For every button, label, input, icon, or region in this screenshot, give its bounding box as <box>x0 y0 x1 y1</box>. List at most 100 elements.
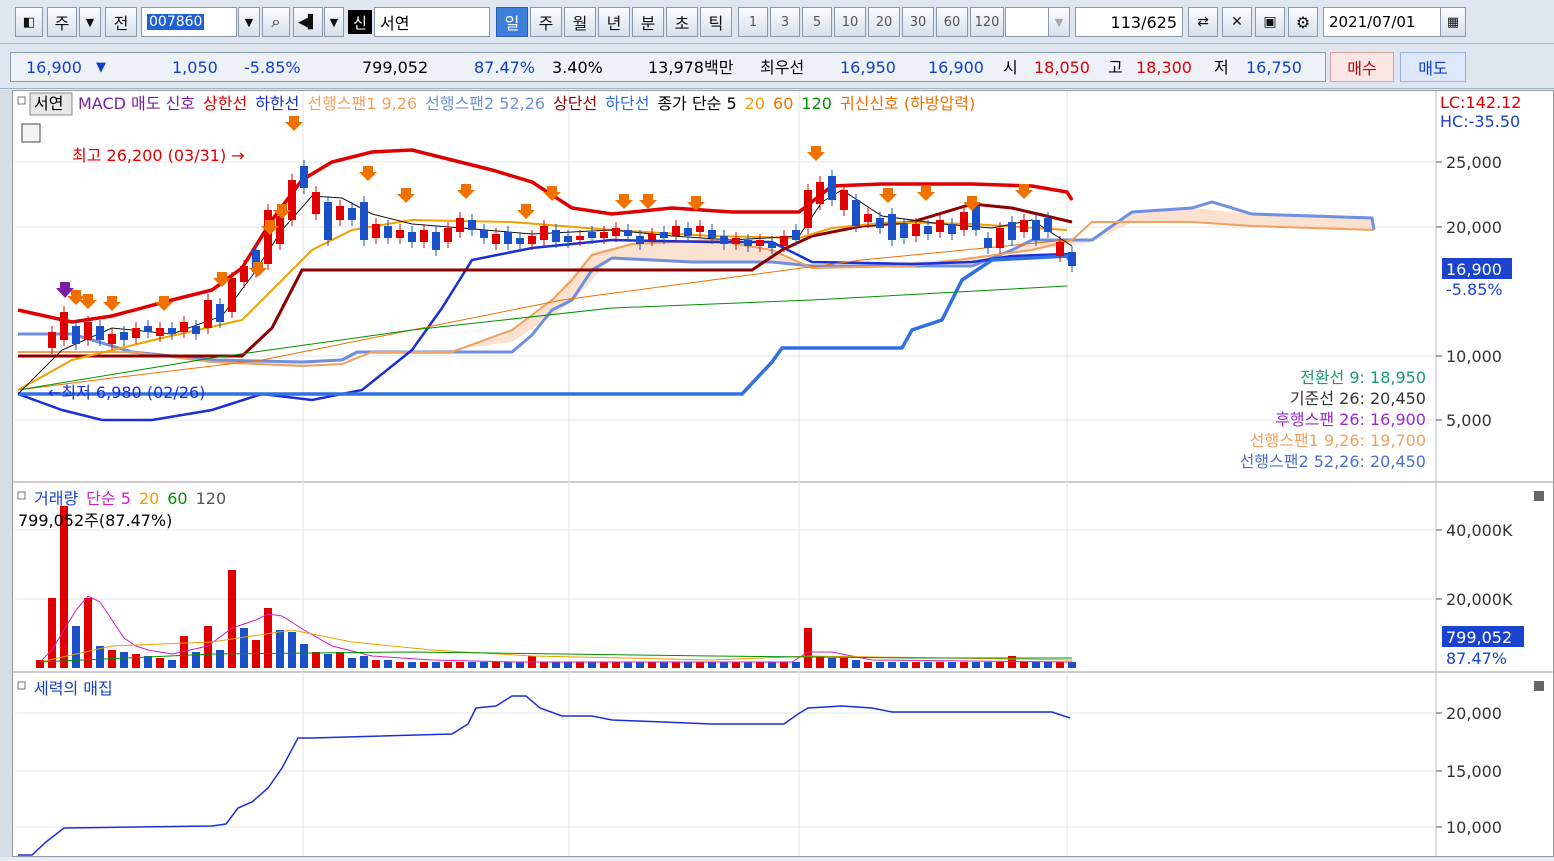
candle-body <box>432 232 440 250</box>
candle-body <box>684 228 692 236</box>
candle-body <box>804 190 812 228</box>
volume-bar <box>396 662 404 668</box>
volume-bar <box>576 662 584 668</box>
down-arrow-icon: ▼ <box>96 60 106 75</box>
candle-body <box>708 230 716 238</box>
pct-tag: -5.85% <box>1446 280 1503 299</box>
volume-bar <box>480 662 488 668</box>
period-3-button[interactable]: 년 <box>598 7 630 37</box>
new-listing-badge: 신 <box>348 10 372 34</box>
candle-body <box>108 334 116 344</box>
ichimoku-value: 후행스팬 26: 16,900 <box>1275 410 1426 429</box>
period-0-button[interactable]: 일 <box>496 7 528 37</box>
speaker-icon[interactable]: ◀▌ <box>293 7 323 37</box>
legend-item: 선행스팬1 9,26 <box>307 94 417 113</box>
power-chart-title[interactable]: 세력의 매집 <box>34 679 113 698</box>
chart-canvas[interactable]: 서연 MACD 매도 신호 상한선 하한선 선행스팬1 9,26 선행스팬2 52,26… <box>12 90 1554 857</box>
code-input[interactable]: 007860 <box>141 7 237 37</box>
volume-bar <box>468 662 476 668</box>
interval-30-button[interactable]: 30 <box>902 7 934 37</box>
toolbar-top: ◧ 주 ▼ 전 007860 ▼ ⌕ ◀▌ ▼ 신 서연 일주월년분초틱 135… <box>0 0 1554 44</box>
candle-body <box>732 238 740 244</box>
candle-body <box>180 322 188 332</box>
period-5-button[interactable]: 초 <box>666 7 698 37</box>
interval-10-button[interactable]: 10 <box>834 7 866 37</box>
candle-body <box>456 218 464 232</box>
dropdown-arrow-icon[interactable]: ▼ <box>79 7 101 37</box>
volume-percent: 87.47% <box>474 58 536 77</box>
interval-20-button[interactable]: 20 <box>868 7 900 37</box>
prev-button[interactable]: 전 <box>105 7 137 37</box>
save-icon[interactable]: ▣ <box>1255 7 1285 37</box>
legend-item: 하단선 <box>605 94 649 113</box>
candle-body <box>672 226 680 236</box>
candle-body <box>624 230 632 236</box>
volume-bar <box>588 662 596 668</box>
interval-120-button[interactable]: 120 <box>970 7 1004 37</box>
search-icon[interactable]: ⌕ <box>262 7 290 37</box>
candle-body <box>300 166 308 188</box>
count-input[interactable]: 113/625 <box>1075 7 1183 37</box>
volume-bar <box>1032 662 1040 668</box>
chart-area[interactable]: 서연 MACD 매도 신호 상한선 하한선 선행스팬1 9,26 선행스팬2 52,26… <box>0 90 1554 857</box>
crosshair-icon[interactable]: ✕ <box>1222 7 1252 37</box>
interval-60-button[interactable]: 60 <box>936 7 968 37</box>
type-select[interactable]: 주 <box>47 7 77 37</box>
price-tag: 16,900 <box>1446 260 1502 279</box>
volume-bar <box>984 662 992 668</box>
volume-bar <box>780 662 788 668</box>
low-annotation: ←최저 6,980 (02/26) <box>48 383 205 402</box>
volume-close-icon[interactable] <box>1534 491 1544 501</box>
date-input[interactable]: 2021/07/01 <box>1323 7 1441 37</box>
gear-icon[interactable]: ⚙ <box>1288 7 1318 37</box>
volume-bar <box>216 650 224 668</box>
main-legend[interactable]: MACD 매도 신호 상한선 하한선 선행스팬1 9,26 선행스팬2 52,26 상단선… <box>78 94 975 113</box>
period-4-button[interactable]: 분 <box>632 7 664 37</box>
buy-label: 매수 <box>1347 59 1377 78</box>
stock-name-field[interactable]: 서연 <box>374 7 490 37</box>
code-dropdown-icon[interactable]: ▼ <box>238 7 260 37</box>
volume-bar <box>648 662 656 668</box>
candle-body <box>1020 220 1028 232</box>
y-axis-area <box>1436 90 1554 857</box>
best-bid: 16,900 <box>928 58 984 77</box>
chart-menu-icon[interactable]: ◧ <box>15 7 43 37</box>
period-6-button[interactable]: 틱 <box>700 7 732 37</box>
interval-5-button[interactable]: 5 <box>802 7 832 37</box>
volume-bar <box>1056 662 1064 668</box>
period-2-button[interactable]: 월 <box>564 7 596 37</box>
volume-bar <box>504 662 512 668</box>
calculator-icon[interactable] <box>21 123 41 143</box>
volume-legend[interactable]: 거래량 단순 5 20 60 120 <box>34 489 226 508</box>
volume-bar <box>864 662 872 668</box>
candle-body <box>696 226 704 232</box>
candle-body <box>900 224 908 238</box>
candle-body <box>720 236 728 244</box>
volume-bar <box>276 630 284 668</box>
period-1-button[interactable]: 주 <box>530 7 562 37</box>
volume-bar <box>720 662 728 668</box>
power-close-icon[interactable] <box>1534 681 1544 691</box>
volume-bar <box>924 662 932 668</box>
compare-icon[interactable]: ⇄ <box>1188 7 1218 37</box>
interval-1-button[interactable]: 1 <box>738 7 768 37</box>
legend-item: 60 <box>773 94 793 113</box>
interval-dropdown-icon[interactable]: ▼ <box>1048 7 1070 37</box>
trade-amount: 13,978백만 <box>648 58 734 77</box>
volume-bar <box>384 660 392 668</box>
high-price: 18,300 <box>1136 58 1192 77</box>
y-tick-label: 25,000 <box>1446 153 1502 172</box>
buy-button[interactable]: 매수 <box>1330 52 1394 82</box>
candle-body <box>864 214 872 222</box>
candle-body <box>492 234 500 244</box>
speaker-dropdown-icon[interactable]: ▼ <box>324 7 344 37</box>
interval-3-button[interactable]: 3 <box>770 7 800 37</box>
sell-button[interactable]: 매도 <box>1400 52 1466 82</box>
quote-bar: 16,900 ▼ 1,050 -5.85% 799,052 87.47% 3.4… <box>0 45 1554 89</box>
calendar-icon[interactable]: ▦ <box>1440 7 1466 37</box>
volume-bar <box>444 662 452 668</box>
candle-body <box>1068 252 1076 266</box>
volume-bar <box>792 662 800 668</box>
lc-value: LC:142.12 <box>1440 93 1521 112</box>
volume-bar <box>684 662 692 668</box>
